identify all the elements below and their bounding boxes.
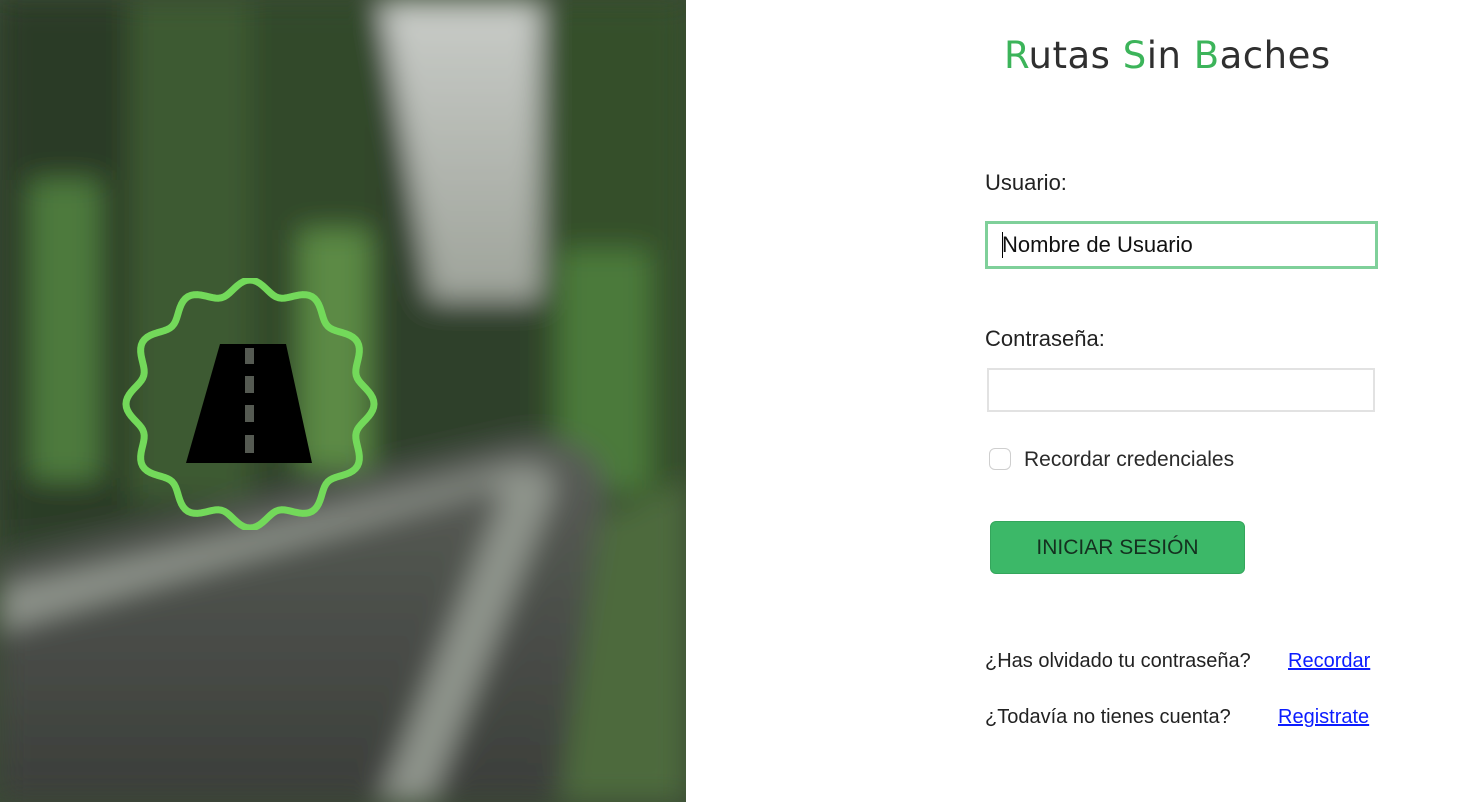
register-text: ¿Todavía no tienes cuenta? xyxy=(985,706,1231,728)
username-input[interactable] xyxy=(985,221,1378,269)
forgot-password-link[interactable]: Recordar xyxy=(1288,650,1370,673)
password-label: Contraseña: xyxy=(985,326,1105,351)
register-link[interactable]: Registrate xyxy=(1278,706,1369,729)
road-badge-icon xyxy=(122,278,378,530)
hero-panel xyxy=(0,0,686,802)
login-button[interactable]: INICIAR SESIÓN xyxy=(990,521,1245,574)
username-label: Usuario: xyxy=(985,170,1067,195)
login-button-label: INICIAR SESIÓN xyxy=(1036,535,1199,559)
password-input[interactable] xyxy=(987,368,1375,412)
text-caret xyxy=(1002,232,1003,258)
remember-checkbox[interactable] xyxy=(989,448,1011,470)
remember-label[interactable]: Recordar credenciales xyxy=(1024,448,1234,472)
forgot-password-text: ¿Has olvidado tu contraseña? xyxy=(985,650,1251,672)
app-title: Rutas Sin Baches xyxy=(1004,34,1331,77)
